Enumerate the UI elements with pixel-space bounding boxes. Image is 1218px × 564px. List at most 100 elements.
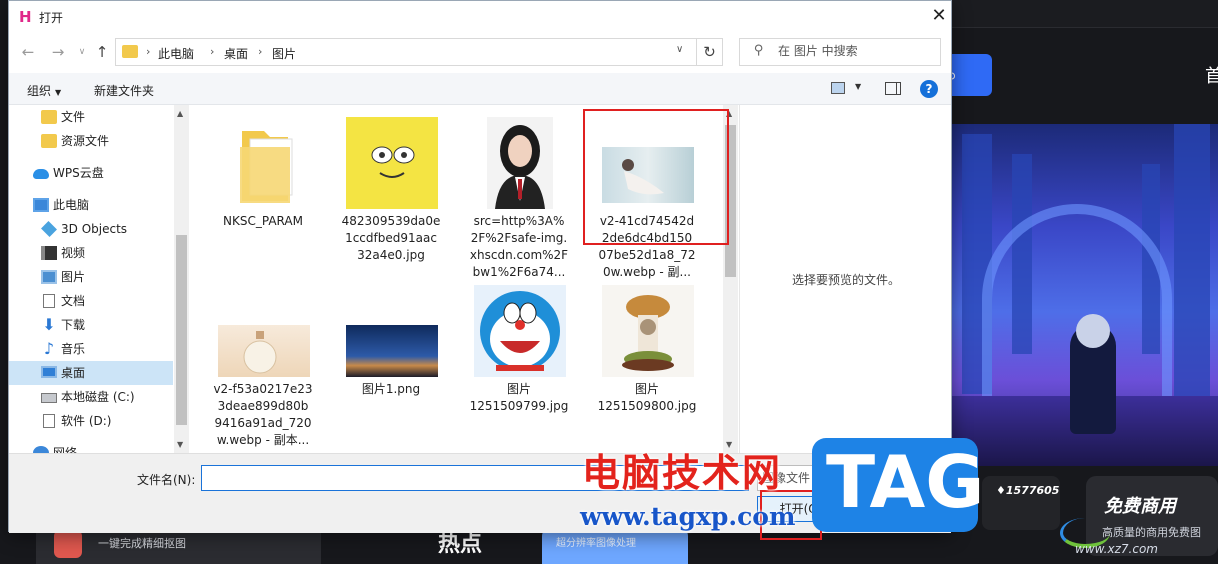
nav-item-3d-objects[interactable]: 3D Objects — [39, 217, 189, 241]
file-name-line: 2de6dc4bd150 — [601, 231, 693, 245]
watermark-url: www.tagxp.com — [580, 502, 796, 531]
file-name-line: w.webp - 副本... — [216, 433, 310, 447]
file-tile[interactable]: 图片1.png — [333, 281, 449, 451]
new-folder-button[interactable]: 新建文件夹 — [94, 82, 154, 99]
file-tile[interactable]: 图片 1251509800.jpg — [589, 281, 705, 451]
back-arrow-icon[interactable]: ← — [19, 43, 37, 61]
cutout-icon — [54, 530, 82, 558]
nav-item-resource-files[interactable]: 资源文件 — [39, 129, 189, 153]
file-name-line: 1ccdfbed91aac — [345, 231, 437, 245]
change-view-icon[interactable] — [831, 82, 845, 94]
file-tile-selected[interactable]: v2-41cd74542d 2de6dc4bd150 07be52d1a8_72… — [589, 113, 705, 283]
address-bar[interactable]: › 此电脑 › 桌面 › 图片 ∨ — [115, 38, 697, 66]
image-thumbnail — [346, 117, 438, 209]
command-bar: 组织 ▼ 新建文件夹 ▼ ? — [9, 73, 951, 105]
app-logo-icon: H — [19, 8, 32, 26]
background-blue-pill[interactable]: 超分辨率图像处理 — [542, 528, 688, 564]
watermark-logo: TAG — [812, 438, 984, 532]
breadcrumb-pictures[interactable]: 图片 — [272, 45, 296, 62]
scroll-down-icon[interactable]: ▼ — [177, 440, 183, 449]
file-name-line: 32a4e0.jpg — [357, 248, 425, 262]
network-icon — [33, 446, 49, 453]
nav-item-music[interactable]: ♪ 音乐 — [39, 337, 189, 361]
cloud-icon — [33, 169, 49, 179]
view-options-caret-icon[interactable]: ▼ — [855, 82, 861, 91]
nav-item-network[interactable]: 网络 — [31, 441, 189, 453]
refresh-icon[interactable]: ↻ — [697, 38, 723, 66]
nav-item-label: 软件 (D:) — [61, 414, 112, 428]
file-name-line: 图片 — [634, 382, 659, 396]
nav-item-this-pc[interactable]: 此电脑 — [31, 193, 189, 217]
nav-item-local-disk-c[interactable]: 本地磁盘 (C:) — [39, 385, 189, 409]
watermark-site: www.xz7.com — [1075, 542, 1158, 556]
nav-item-documents[interactable]: 文档 — [39, 289, 189, 313]
stat-count: ♦1577605 — [996, 484, 1060, 497]
file-name-line: bw1%2F6a74... — [472, 265, 566, 279]
nav-item-desktop[interactable]: 桌面 — [9, 361, 173, 385]
nav-item-label: 音乐 — [61, 342, 86, 356]
scrollbar-thumb[interactable] — [176, 235, 187, 425]
file-name-line: 482309539da0e — [341, 214, 441, 228]
nav-item-wps-cloud[interactable]: WPS云盘 — [31, 161, 189, 185]
file-list-scrollbar[interactable]: ▲ ▼ — [723, 105, 738, 453]
watermark-text: 电脑技术网 — [582, 451, 783, 495]
card-title: 免费商用 — [1104, 496, 1176, 517]
file-tile[interactable]: 图片 1251509799.jpg — [461, 281, 577, 451]
file-name-line: 07be52d1a8_72 — [598, 248, 696, 262]
nav-item-label: 桌面 — [61, 366, 86, 380]
nav-item-files[interactable]: 文件 — [39, 105, 189, 129]
preview-pane-toggle-icon[interactable] — [885, 82, 901, 95]
file-name-line: v2-f53a0217e23 — [213, 382, 313, 396]
help-icon[interactable]: ? — [920, 80, 938, 98]
card-subtitle: 高质量的商用免费图 — [1102, 526, 1201, 539]
file-tile[interactable]: v2-f53a0217e23 3deae899d80b 9416a91ad_72… — [205, 281, 321, 451]
dialog-footer: 文件名(N): 图像文件 (*.jpg;*.jpeg;*.png;*.b 打开(… — [9, 453, 951, 533]
navigation-row: ← → ∨ ↑ › 此电脑 › 桌面 › 图片 ∨ ↻ ⚲ — [9, 33, 951, 71]
scroll-up-icon[interactable]: ▲ — [177, 109, 183, 118]
nav-item-videos[interactable]: 视频 — [39, 241, 189, 265]
file-tile[interactable]: NKSC_PARAM — [205, 113, 321, 283]
nav-item-label: 网络 — [53, 446, 78, 453]
scroll-up-icon[interactable]: ▲ — [726, 109, 732, 118]
image-thumbnail — [487, 117, 553, 209]
scrollbar-thumb[interactable] — [725, 125, 736, 277]
file-name-line: 1251509800.jpg — [597, 399, 697, 413]
document-icon — [43, 294, 55, 308]
preview-placeholder: 选择要预览的文件。 — [791, 273, 900, 287]
drive-icon — [43, 414, 55, 428]
file-tile[interactable]: 482309539da0e 1ccdfbed91aac 32a4e0.jpg — [333, 113, 449, 283]
folder-icon — [41, 134, 57, 148]
file-name-line: 1251509799.jpg — [469, 399, 569, 413]
filename-label: 文件名(N): — [137, 473, 196, 487]
dialog-title: 打开 — [39, 11, 64, 25]
close-icon[interactable]: ✕ — [929, 6, 949, 28]
nav-item-label: 图片 — [61, 270, 86, 284]
background-home-link[interactable]: 首 — [1205, 62, 1218, 88]
file-tile[interactable]: src=http%3A% 2F%2Fsafe-img. xhscdn.com%2… — [461, 113, 577, 283]
dialog-titlebar: H 打开 ✕ — [9, 1, 951, 33]
search-box[interactable]: ⚲ — [739, 38, 941, 66]
open-file-dialog: H 打开 ✕ ← → ∨ ↑ › 此电脑 › 桌面 › 图片 ∨ ↻ ⚲ 组织▼… — [8, 0, 952, 533]
breadcrumb-separator-icon: › — [258, 45, 263, 58]
navigation-scrollbar[interactable]: ▲ ▼ — [174, 105, 189, 453]
search-input[interactable] — [778, 44, 928, 58]
file-name-line: 9416a91ad_720 — [214, 416, 312, 430]
forward-arrow-icon[interactable]: → — [49, 43, 67, 61]
nav-item-label: 文档 — [61, 294, 86, 308]
breadcrumb-desktop[interactable]: 桌面 — [224, 45, 248, 62]
address-dropdown-chevron-icon[interactable]: ∨ — [676, 44, 683, 55]
breadcrumb-separator-icon: › — [210, 45, 215, 58]
nav-item-pictures[interactable]: 图片 — [39, 265, 189, 289]
image-thumbnail — [346, 325, 438, 377]
organize-menu[interactable]: 组织 ▼ — [27, 82, 61, 99]
breadcrumb-this-pc[interactable]: 此电脑 — [158, 45, 194, 62]
up-arrow-icon[interactable]: ↑ — [93, 43, 111, 61]
pill-label: 超分辨率图像处理 — [556, 538, 636, 549]
disk-icon — [41, 393, 57, 403]
background-topbar — [952, 0, 1218, 28]
nav-item-downloads[interactable]: ⬇ 下载 — [39, 313, 189, 337]
recent-locations-chevron-icon[interactable]: ∨ — [73, 43, 91, 61]
file-name: NKSC_PARAM — [223, 214, 303, 228]
nav-item-software-d[interactable]: 软件 (D:) — [39, 409, 189, 433]
nav-item-label: 3D Objects — [61, 222, 128, 236]
